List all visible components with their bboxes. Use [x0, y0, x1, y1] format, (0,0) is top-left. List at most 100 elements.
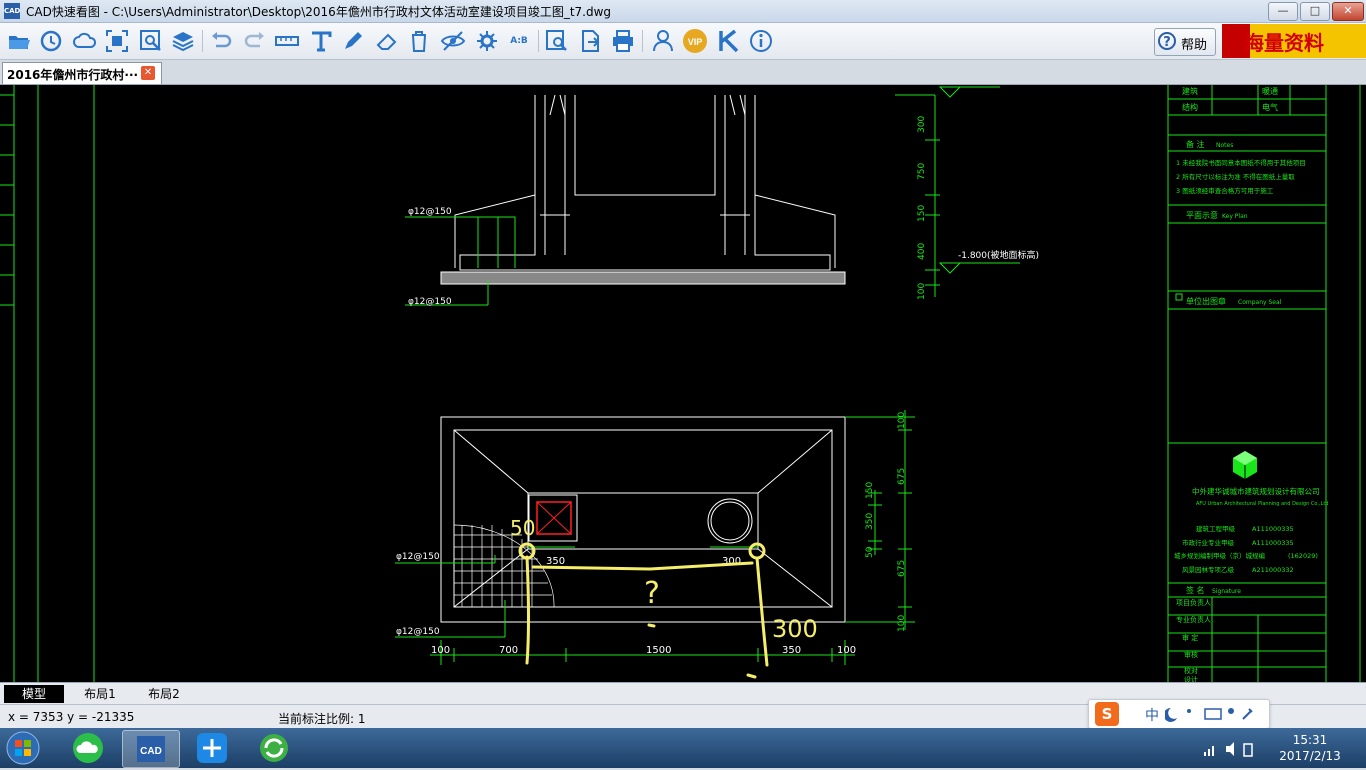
cert-line: 城乡规划编制甲级（京）城规编	[1174, 551, 1266, 560]
eraser-icon[interactable]	[374, 28, 400, 54]
company-name: 中外建华诚城市建筑规划设计有限公司	[1192, 486, 1320, 496]
user-icon[interactable]	[650, 28, 676, 54]
help-icon: ?	[1158, 32, 1176, 50]
plan-rebar-label: φ12@150	[396, 552, 440, 562]
find-text-icon[interactable]	[544, 28, 570, 54]
help-button[interactable]: ? 帮助	[1154, 28, 1216, 56]
company-logo-icon	[1233, 451, 1257, 479]
power-icon[interactable]	[1243, 743, 1253, 757]
layers-icon[interactable]	[170, 28, 196, 54]
note-line: 3 图纸须经审查合格方可用于施工	[1176, 186, 1274, 195]
export-icon[interactable]	[578, 28, 604, 54]
key-plan-en: Key Plan	[1222, 213, 1248, 220]
punctuation-icon[interactable]	[1187, 709, 1191, 713]
tools-icon[interactable]	[1242, 708, 1253, 720]
sign-row: 审核	[1184, 650, 1198, 659]
tab-layout1[interactable]: 布局1	[70, 685, 130, 703]
help-label: 帮助	[1181, 38, 1208, 53]
start-button[interactable]	[4, 730, 42, 766]
minimize-button[interactable]: —	[1268, 2, 1298, 21]
company-en: AFU Urban Architectural Planning and Des…	[1196, 501, 1328, 507]
print-icon[interactable]	[610, 28, 636, 54]
cert-line: A111000335	[1252, 539, 1294, 547]
taskbar-move-app[interactable]	[184, 730, 240, 766]
plan-right-dim: 150	[865, 482, 875, 499]
sign-row: 审 定	[1182, 633, 1198, 642]
close-button[interactable]: ✕	[1332, 2, 1364, 21]
sign-row: 专业负责人	[1176, 615, 1211, 624]
volume-icon[interactable]	[1226, 742, 1234, 756]
elevation-label: -1.800(被地面标高)	[958, 249, 1039, 261]
undo-icon[interactable]	[208, 28, 234, 54]
sign-row: 设计	[1184, 675, 1198, 682]
document-tab-bar: 2016年儋州市行政村··· ✕	[0, 60, 1366, 85]
section-dim: 100	[917, 283, 927, 300]
delete-icon[interactable]	[406, 28, 432, 54]
hide-icon[interactable]	[440, 28, 466, 54]
taskbar-cad-app[interactable]: CAD	[122, 730, 180, 768]
toolbar-separator	[538, 30, 539, 52]
inner-dim: 350	[546, 556, 565, 567]
text-icon[interactable]	[308, 28, 334, 54]
drawing-canvas[interactable]: φ12@150 φ12@150 -1.800(被地面标高) 300 750 15…	[0, 85, 1366, 682]
cert-line: A211000332	[1252, 566, 1294, 574]
system-tray	[1200, 730, 1266, 766]
redo-icon[interactable]	[242, 28, 268, 54]
plan-right-dim: 100	[897, 615, 907, 632]
maximize-button[interactable]: □	[1300, 2, 1330, 21]
annotation-scale: 当前标注比例: 1	[278, 712, 366, 726]
taskbar-refresh-app[interactable]	[246, 730, 302, 766]
ime-toolbar[interactable]: S 中	[1088, 699, 1270, 729]
cloud-icon[interactable]	[72, 28, 98, 54]
rebar-label-bottom: φ12@150	[408, 297, 452, 307]
cert-line: (162029)	[1288, 552, 1318, 560]
title-block: 建筑 暖通 结构 电气 备 注 Notes 1 未经我院书面同意本图纸不得用于其…	[1168, 85, 1328, 682]
sign-header-en: Signature	[1212, 588, 1241, 595]
user-center-icon[interactable]	[1228, 708, 1234, 714]
fit-extents-icon[interactable]	[104, 28, 130, 54]
tab-layout2[interactable]: 布局2	[134, 685, 194, 703]
section-dim: 750	[917, 163, 927, 180]
measure-icon[interactable]	[274, 28, 300, 54]
plan-right-dim: 675	[897, 468, 907, 485]
title-row: 电气	[1262, 102, 1278, 112]
history-icon[interactable]	[38, 28, 64, 54]
pen-icon[interactable]	[340, 28, 366, 54]
section-dim: 150	[917, 205, 927, 222]
plan-bottom-dim: 700	[499, 645, 518, 656]
network-icon[interactable]	[1204, 746, 1214, 756]
k-icon[interactable]	[716, 28, 742, 54]
foundation-section: φ12@150 φ12@150 -1.800(被地面标高) 300 750 15…	[405, 86, 1039, 307]
open-folder-icon[interactable]	[6, 28, 32, 54]
keyboard-icon[interactable]	[1204, 708, 1222, 720]
info-icon[interactable]	[748, 28, 774, 54]
ime-mode[interactable]: 中	[1145, 705, 1159, 725]
markup-note: 50	[510, 516, 535, 540]
settings-icon[interactable]	[474, 28, 500, 54]
tab-model[interactable]: 模型	[4, 685, 64, 703]
promo-banner[interactable]: 海量资料	[1222, 24, 1366, 58]
cert-line: 风景园林专项乙级	[1182, 565, 1235, 574]
app-icon: CAD	[4, 3, 20, 19]
title-row: 建筑	[1182, 86, 1198, 96]
note-line: 2 所有尺寸以标注为准 不得在图纸上量取	[1176, 172, 1295, 181]
half-width-icon[interactable]	[1165, 707, 1177, 722]
toolbar-separator	[642, 30, 643, 52]
plan-rebar-label: φ12@150	[396, 627, 440, 637]
key-plan-label: 平面示意	[1186, 210, 1218, 220]
ab-dimension-icon[interactable]: A:B	[506, 28, 532, 54]
cert-line: 市政行业专业甲级	[1182, 538, 1235, 547]
taskbar-cloud-app[interactable]	[60, 730, 116, 766]
document-tab[interactable]: 2016年儋州市行政村··· ✕	[2, 62, 162, 84]
markup-question: ?	[644, 576, 660, 611]
clock[interactable]: 15:31 2017/2/13	[1270, 732, 1350, 764]
notes-header-en: Notes	[1216, 142, 1233, 149]
zoom-window-icon[interactable]	[138, 28, 164, 54]
plan-bottom-dim: 350	[782, 645, 801, 656]
vip-icon[interactable]: VIP	[682, 28, 708, 54]
plan-bottom-dim: 1500	[646, 645, 671, 656]
close-tab-icon[interactable]: ✕	[141, 66, 155, 80]
plan-right-dim: 100	[897, 412, 907, 429]
cad-app-label: CAD	[140, 746, 162, 757]
stamp-en: Company Seal	[1238, 299, 1282, 306]
